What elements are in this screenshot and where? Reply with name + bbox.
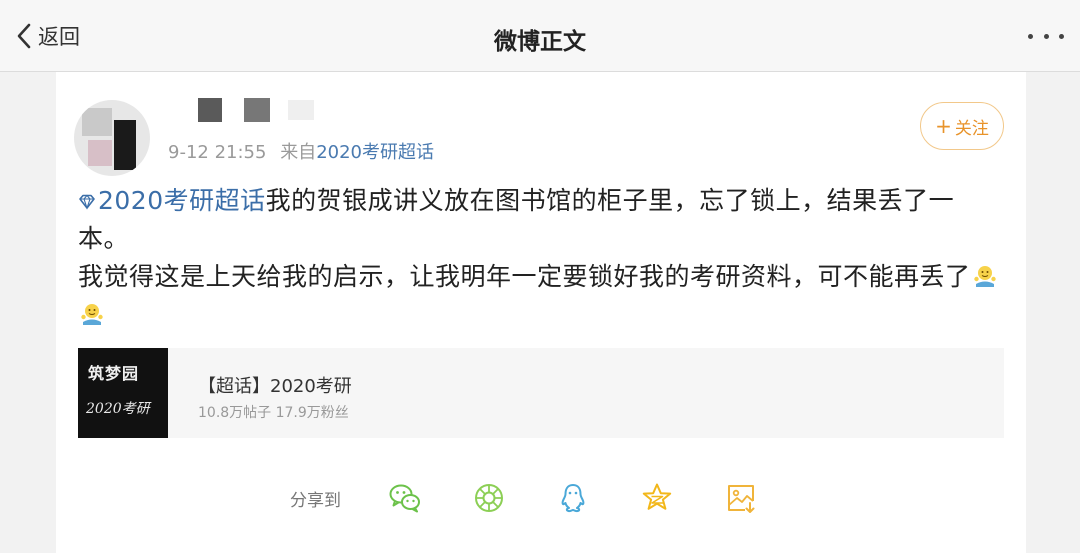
thumbnail-title: 筑梦园 bbox=[88, 364, 140, 383]
avatar[interactable] bbox=[74, 100, 150, 176]
qq-icon bbox=[561, 484, 585, 513]
share-bar: 分享到 bbox=[290, 476, 805, 520]
follow-button[interactable]: + 关注 bbox=[920, 102, 1004, 150]
username-mosaic bbox=[198, 98, 222, 122]
page-title: 微博正文 bbox=[494, 29, 586, 55]
avatar-mosaic bbox=[88, 140, 112, 166]
post-text: 2020考研超话我的贺银成讲义放在图书馆的柜子里，忘了锁上，结果丢了一本。 我觉… bbox=[78, 182, 998, 334]
supertopic-thumbnail: 筑梦园 2020考研 bbox=[78, 348, 168, 438]
share-moments-button[interactable] bbox=[469, 478, 509, 518]
more-options-button[interactable] bbox=[1028, 22, 1064, 50]
avatar-mosaic bbox=[82, 108, 112, 136]
share-qq-button[interactable] bbox=[553, 478, 593, 518]
post-source-link[interactable]: 2020考研超话 bbox=[316, 142, 434, 163]
supertopic-tag[interactable]: 2020考研超话 bbox=[78, 186, 266, 215]
thumbnail-subtitle: 2020考研 bbox=[86, 401, 150, 417]
avatar-mosaic bbox=[114, 120, 136, 170]
shrug-emoji-icon bbox=[81, 304, 103, 325]
username-mosaic bbox=[288, 100, 314, 120]
post-time: 9-12 21:55 bbox=[168, 142, 267, 163]
save-image-icon bbox=[728, 485, 755, 513]
diamond-icon bbox=[79, 194, 95, 210]
share-qzone-button[interactable] bbox=[637, 478, 677, 518]
plus-icon: + bbox=[935, 114, 952, 138]
follow-label: 关注 bbox=[954, 118, 989, 139]
username-pixelated[interactable] bbox=[198, 98, 338, 122]
share-wechat-button[interactable] bbox=[385, 478, 425, 518]
post-card: 9-12 21:55 来自2020考研超话 + 关注 2020考研超话我的贺银成… bbox=[56, 72, 1026, 553]
supertopic-card[interactable]: 筑梦园 2020考研 【超话】2020考研 10.8万帖子 17.9万粉丝 bbox=[78, 348, 1004, 438]
wechat-icon bbox=[389, 484, 420, 513]
post-source-prefix: 来自 bbox=[280, 142, 317, 163]
post-line-2: 我觉得这是上天给我的启示，让我明年一定要锁好我的考研资料，可不能再丢了 bbox=[78, 262, 971, 291]
username-mosaic bbox=[244, 98, 270, 122]
dot-icon bbox=[1043, 33, 1049, 39]
page-gutter bbox=[1026, 72, 1080, 553]
supertopic-title: 【超话】2020考研 bbox=[198, 376, 352, 397]
supertopic-stats: 10.8万帖子 17.9万粉丝 bbox=[198, 405, 349, 421]
dot-icon bbox=[1059, 33, 1064, 39]
qzone-icon bbox=[642, 483, 672, 510]
moments-icon bbox=[475, 484, 503, 512]
post-meta: 9-12 21:55 来自2020考研超话 bbox=[168, 138, 434, 164]
shrug-emoji-icon bbox=[973, 266, 996, 287]
supertopic-tag-label: 2020考研超话 bbox=[98, 186, 266, 215]
dot-icon bbox=[1028, 33, 1033, 39]
share-label: 分享到 bbox=[290, 490, 341, 511]
share-save-image-button[interactable] bbox=[721, 478, 761, 518]
nav-bar: 返回 微博正文 bbox=[0, 0, 1080, 72]
